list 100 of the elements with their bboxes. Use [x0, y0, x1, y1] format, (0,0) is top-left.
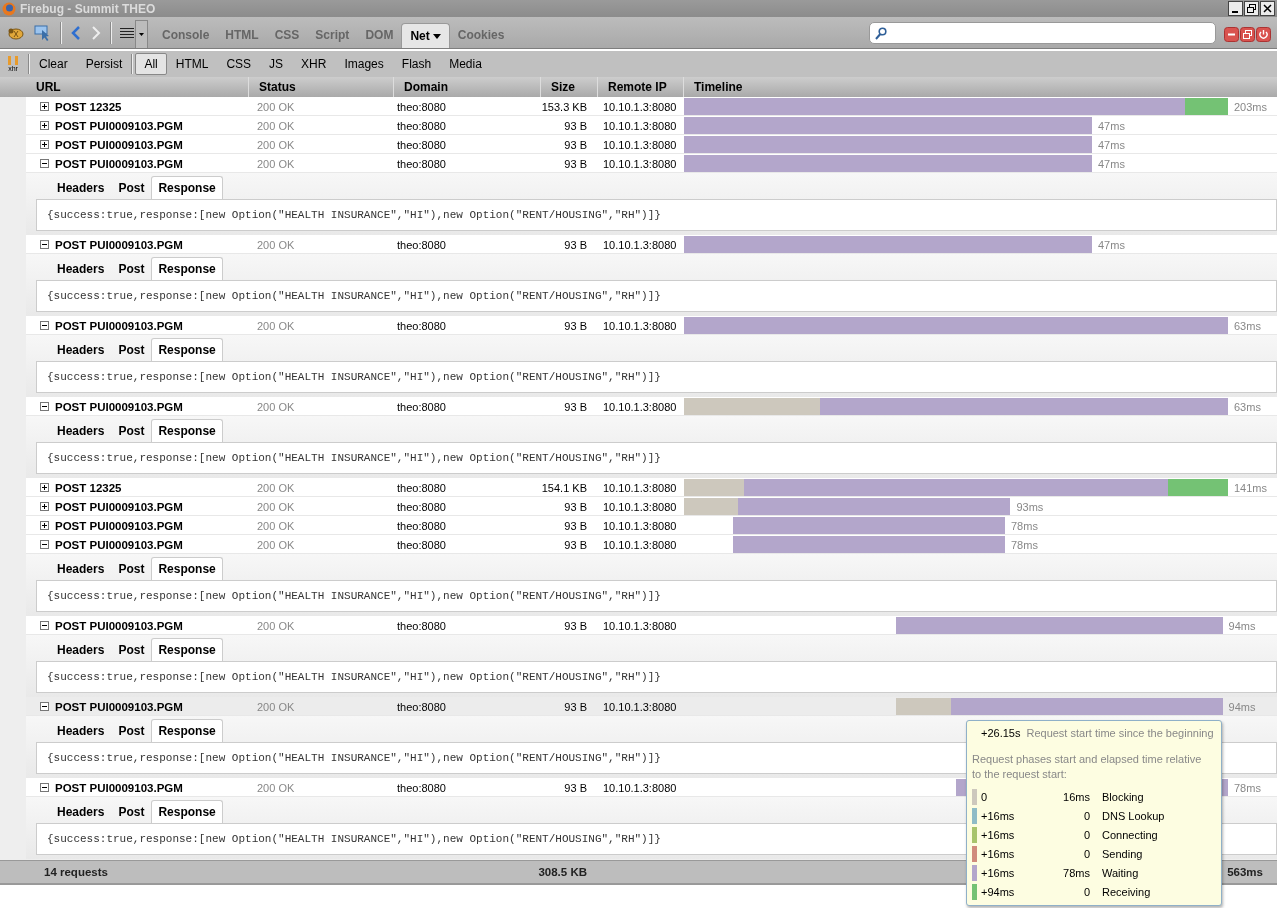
phase-elapsed: 0: [1082, 885, 1090, 898]
detail-tab[interactable]: Headers: [50, 257, 112, 280]
collapse-icon[interactable]: [40, 783, 49, 792]
filter-button[interactable]: CSS: [217, 53, 261, 75]
duration-text: 141ms: [1234, 481, 1268, 494]
size-text: 93 B: [563, 538, 588, 551]
status-text: 200 OK: [256, 157, 296, 170]
filter-button[interactable]: Media: [440, 53, 491, 75]
request-url[interactable]: POST 12325: [55, 100, 122, 113]
detail-tab[interactable]: Headers: [50, 638, 112, 661]
request-url[interactable]: POST PUI0009103.PGM: [55, 500, 183, 513]
request-url[interactable]: POST PUI0009103.PGM: [55, 619, 183, 632]
domain-text: theo:8080: [396, 519, 447, 532]
expand-icon[interactable]: [40, 483, 49, 492]
detail-tab[interactable]: Headers: [50, 176, 112, 199]
dropdown-button[interactable]: [135, 20, 148, 48]
request-url[interactable]: POST PUI0009103.PGM: [55, 700, 183, 713]
collapse-icon[interactable]: [40, 540, 49, 549]
response-text: {success:true,response:[new Option("HEALTH INSURANCE","HI"),new Option("RENT/HOUSING","RH")]}: [36, 442, 1277, 474]
duration-text: 47ms: [1098, 119, 1125, 132]
search-field[interactable]: [869, 22, 1216, 44]
filter-button[interactable]: JS: [260, 53, 293, 75]
power-icon[interactable]: [1256, 27, 1271, 42]
request-url[interactable]: POST PUI0009103.PGM: [55, 538, 183, 551]
expand-icon[interactable]: [40, 502, 49, 511]
detail-tab[interactable]: Post: [111, 338, 152, 361]
request-url[interactable]: POST PUI0009103.PGM: [55, 781, 183, 794]
detail-tab[interactable]: Post: [111, 557, 152, 580]
phase-label: Waiting: [1101, 866, 1140, 879]
close-icon[interactable]: [1260, 1, 1275, 16]
expand-icon[interactable]: [40, 140, 49, 149]
detail-tab[interactable]: Post: [111, 800, 152, 823]
detail-tab[interactable]: Post: [111, 176, 152, 199]
toolbar-button[interactable]: Persist: [76, 53, 132, 75]
detail-tab[interactable]: Response: [151, 638, 223, 661]
detail-tab[interactable]: Response: [151, 257, 223, 280]
caret-icon: [139, 33, 144, 36]
column-header[interactable]: URL: [26, 77, 248, 97]
request-url[interactable]: POST PUI0009103.PGM: [55, 238, 183, 251]
filter-button[interactable]: HTML: [166, 53, 218, 75]
status-text: 200 OK: [256, 238, 296, 251]
status-text: 200 OK: [256, 519, 296, 532]
detail-tab[interactable]: Response: [151, 338, 223, 361]
phase-swatch: [972, 826, 977, 843]
request-url[interactable]: POST PUI0009103.PGM: [55, 319, 183, 332]
toolbar-button[interactable]: Clear: [30, 53, 77, 75]
detail-tab[interactable]: Post: [111, 419, 152, 442]
detail-tab[interactable]: Headers: [50, 338, 112, 361]
request-url[interactable]: POST PUI0009103.PGM: [55, 119, 183, 132]
detail-tab[interactable]: Response: [151, 719, 223, 742]
request-url[interactable]: POST 12325: [55, 481, 122, 494]
domain-text: theo:8080: [396, 538, 447, 551]
panel-tab[interactable]: Net: [401, 23, 450, 48]
detail-tab[interactable]: Headers: [50, 557, 112, 580]
domain-text: theo:8080: [396, 400, 447, 413]
remote-ip-text: 10.10.1.3:8080: [602, 100, 678, 113]
minimize-icon[interactable]: [1224, 27, 1239, 42]
detail-tab[interactable]: Post: [111, 638, 152, 661]
detail-tab[interactable]: Post: [111, 257, 152, 280]
filter-button[interactable]: XHR: [292, 53, 336, 75]
remote-ip-text: 10.10.1.3:8080: [602, 119, 678, 132]
duration-text: 203ms: [1234, 100, 1268, 113]
status-text: 200 OK: [256, 319, 296, 332]
start-time-label: Request start time since the beginning: [1026, 727, 1214, 739]
detail-tab[interactable]: Response: [151, 419, 223, 442]
total-time: 563ms: [1227, 866, 1263, 878]
expand-icon[interactable]: [40, 102, 49, 111]
collapse-icon[interactable]: [40, 240, 49, 249]
detail-tab[interactable]: Headers: [50, 800, 112, 823]
collapse-icon[interactable]: [40, 321, 49, 330]
domain-text: theo:8080: [396, 619, 447, 632]
detach-icon[interactable]: [1240, 27, 1255, 42]
remote-ip-text: 10.10.1.3:8080: [602, 619, 678, 632]
minimize-icon[interactable]: [1228, 1, 1243, 16]
expand-icon[interactable]: [40, 121, 49, 130]
filter-button[interactable]: All: [135, 53, 167, 75]
detail-tab[interactable]: Headers: [50, 719, 112, 742]
menu-icon[interactable]: [120, 26, 134, 39]
caret-icon[interactable]: [432, 33, 441, 39]
filter-button[interactable]: Images: [335, 53, 393, 75]
collapse-icon[interactable]: [40, 621, 49, 630]
request-url[interactable]: POST PUI0009103.PGM: [55, 138, 183, 151]
collapse-icon[interactable]: [40, 402, 49, 411]
detail-tab[interactable]: Post: [111, 719, 152, 742]
collapse-icon[interactable]: [40, 702, 49, 711]
filter-button[interactable]: Flash: [392, 53, 441, 75]
detail-tab[interactable]: Headers: [50, 419, 112, 442]
request-url[interactable]: POST PUI0009103.PGM: [55, 157, 183, 170]
expand-icon[interactable]: [40, 521, 49, 530]
detail-tab[interactable]: Response: [151, 800, 223, 823]
request-url[interactable]: POST PUI0009103.PGM: [55, 400, 183, 413]
request-url[interactable]: POST PUI0009103.PGM: [55, 519, 183, 532]
restore-icon[interactable]: [1244, 1, 1259, 16]
detail-tab[interactable]: Response: [151, 176, 223, 199]
detail-tab[interactable]: Response: [151, 557, 223, 580]
remote-ip-text: 10.10.1.3:8080: [602, 319, 678, 332]
collapse-icon[interactable]: [40, 159, 49, 168]
remote-ip-text: 10.10.1.3:8080: [602, 500, 678, 513]
duration-text: 93ms: [1016, 500, 1044, 513]
domain-text: theo:8080: [396, 500, 447, 513]
